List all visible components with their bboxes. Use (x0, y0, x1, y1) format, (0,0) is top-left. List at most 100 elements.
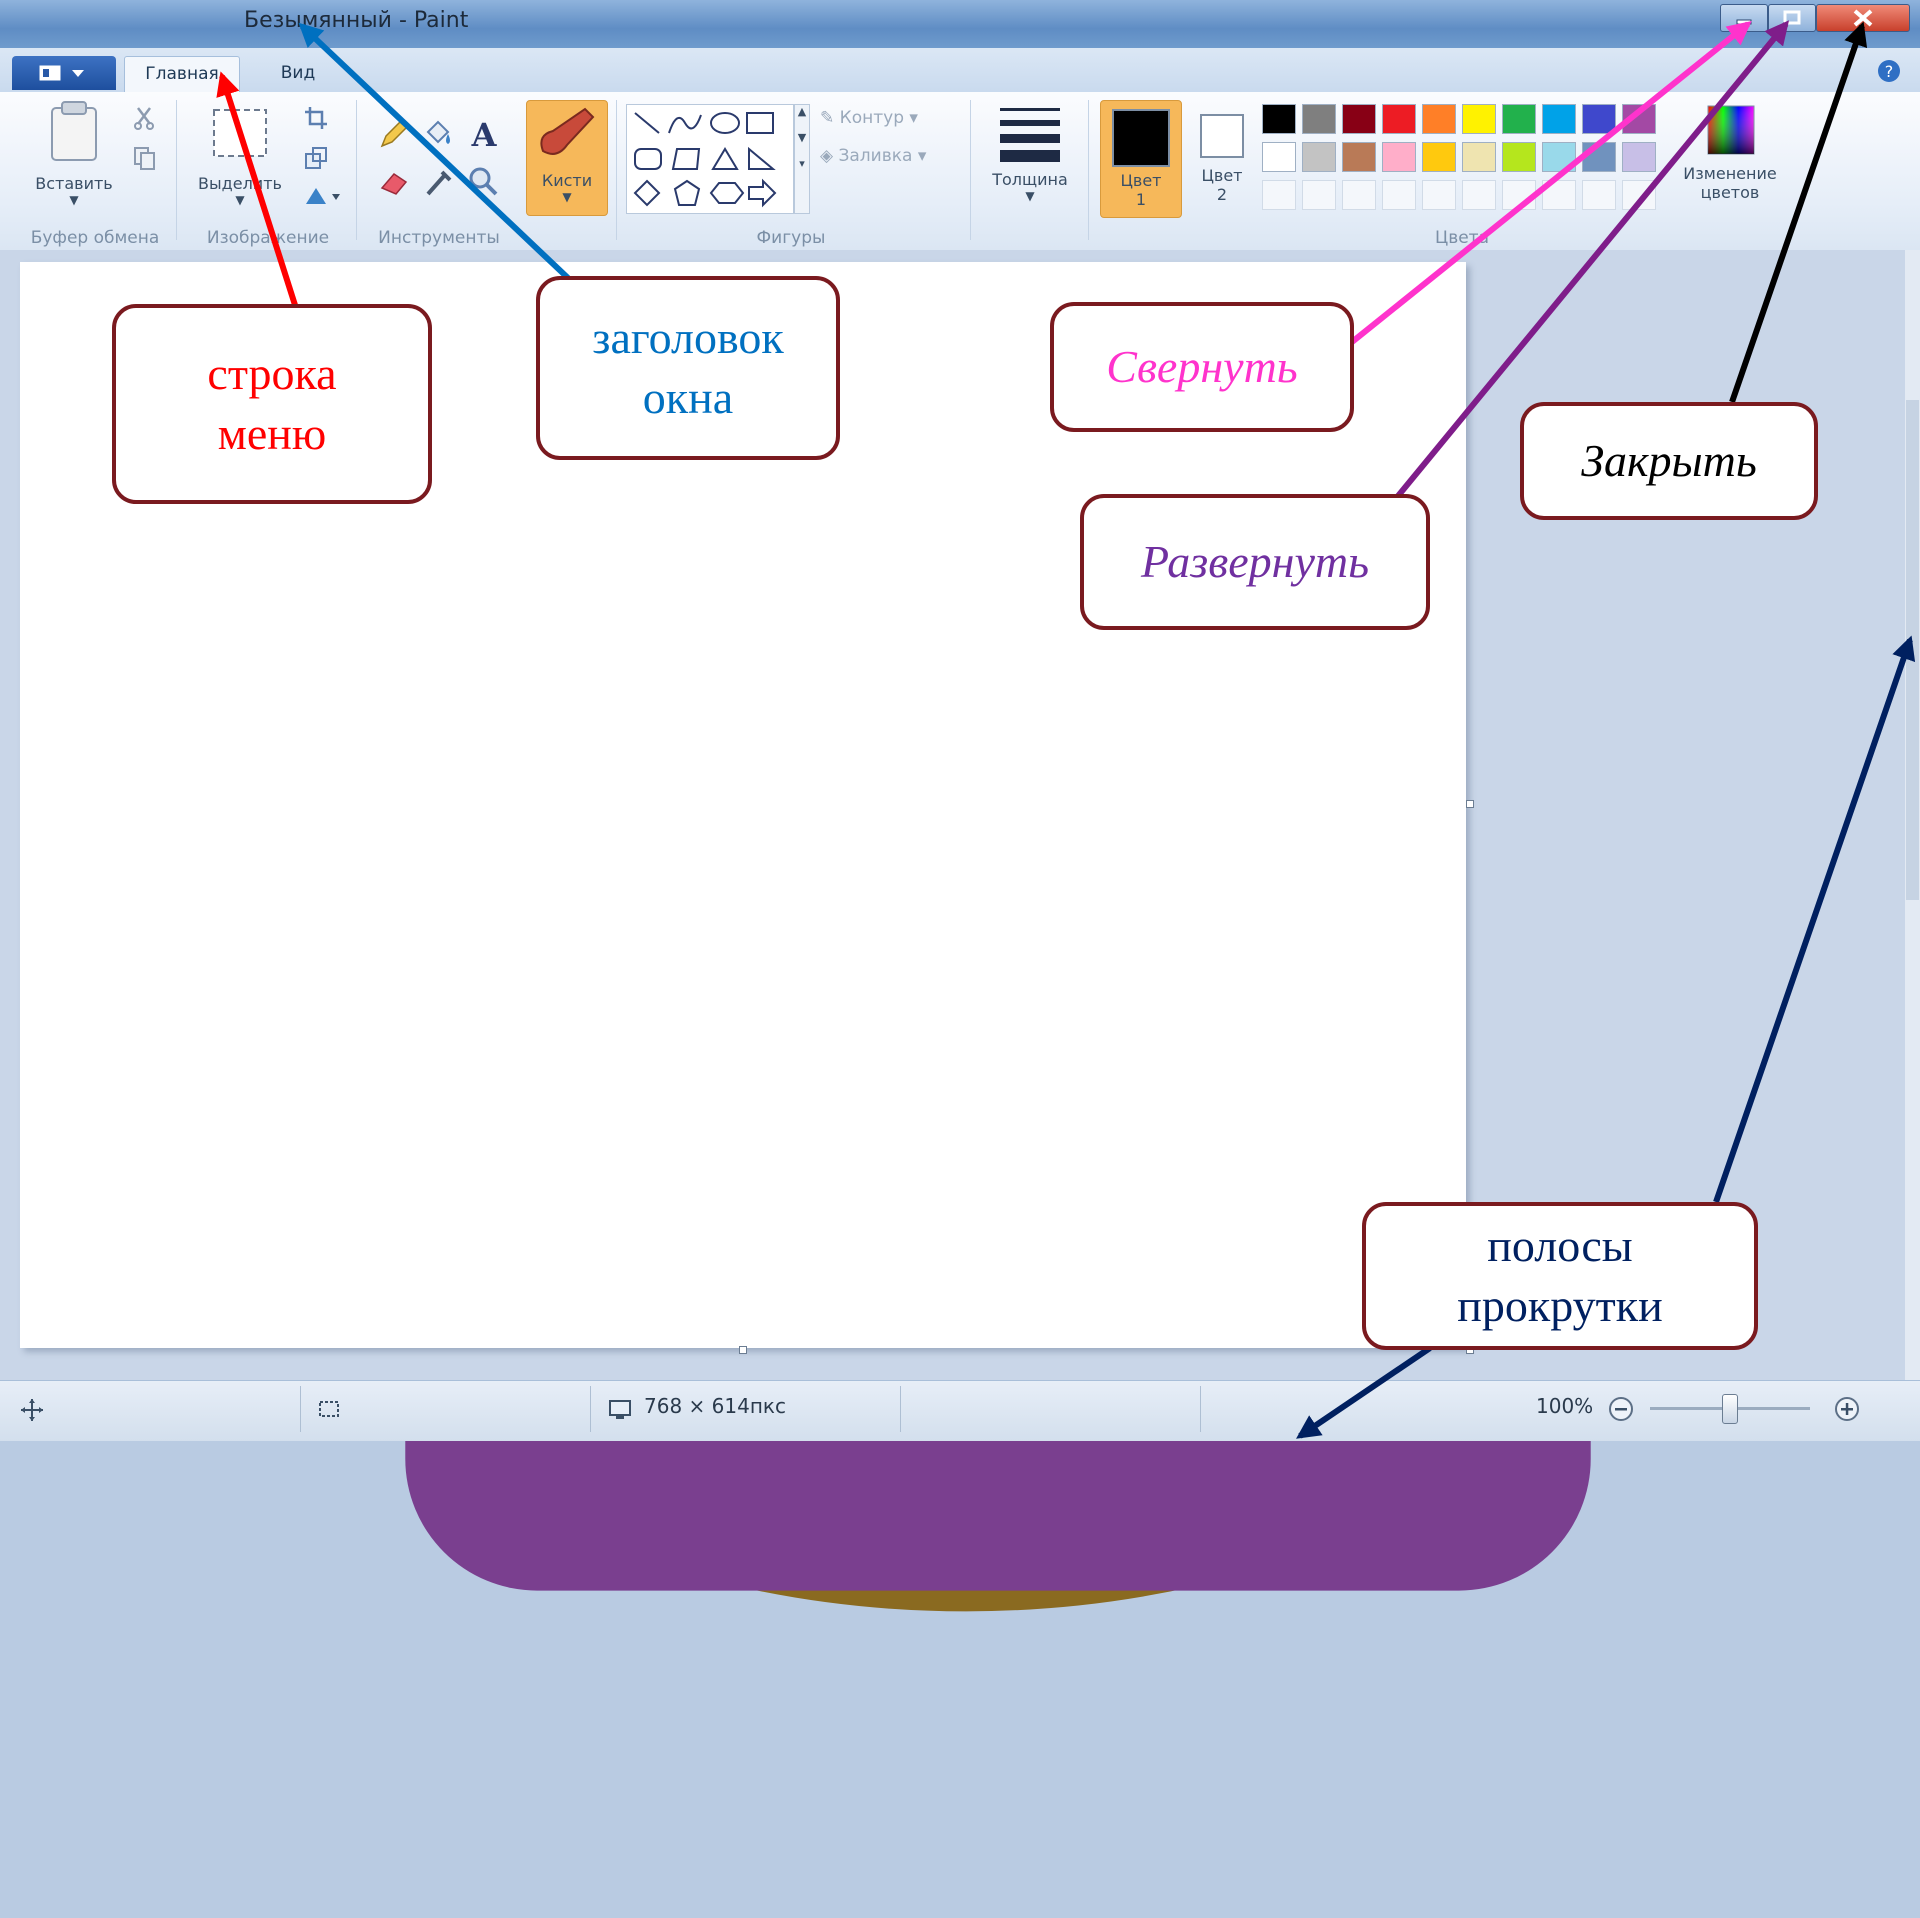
zoom-slider-thumb[interactable] (1722, 1394, 1738, 1424)
color1-swatch (1112, 109, 1170, 167)
custom-color-slot[interactable] (1342, 180, 1376, 210)
palette-swatch[interactable] (1262, 142, 1296, 172)
status-separator (1200, 1386, 1201, 1432)
custom-color-slot[interactable] (1422, 180, 1456, 210)
chevron-down-icon: ▾ (912, 146, 927, 166)
canvas-size-icon (609, 1400, 631, 1419)
cut-icon[interactable] (130, 104, 158, 132)
group-label-image: Изображение (206, 228, 330, 248)
palette-swatch[interactable] (1302, 142, 1336, 172)
chevron-down-icon: ▼ (562, 190, 572, 204)
custom-color-slot[interactable] (1302, 180, 1336, 210)
eraser-icon[interactable] (376, 164, 412, 200)
shapes-gallery[interactable] (626, 104, 794, 214)
custom-color-slot[interactable] (1382, 180, 1416, 210)
ribbon-separator (1088, 100, 1089, 240)
line-thickness-icon (1000, 108, 1060, 162)
zoom-in-icon[interactable] (1832, 1394, 1862, 1424)
palette-swatch[interactable] (1462, 142, 1496, 172)
app-menu-button[interactable] (12, 56, 116, 90)
color1-label: Цвет 1 (1120, 171, 1162, 210)
ribbon-separator (970, 100, 971, 240)
palette-swatch[interactable] (1622, 104, 1656, 134)
palette-swatch[interactable] (1622, 142, 1656, 172)
svg-text:A: A (471, 116, 498, 152)
custom-color-slot[interactable] (1262, 180, 1296, 210)
tab-view[interactable]: Вид (258, 56, 338, 92)
callout-menu-bar: строка меню (112, 304, 432, 504)
ribbon-separator (356, 100, 357, 240)
edit-colors-label: Изменение цветов (1683, 164, 1777, 203)
color1-button[interactable]: Цвет 1 (1100, 100, 1182, 218)
text-tool-icon[interactable]: A (466, 116, 502, 152)
resize-handle-bottom[interactable] (739, 1346, 747, 1354)
palette-swatch[interactable] (1262, 104, 1296, 134)
palette-swatch[interactable] (1542, 104, 1576, 134)
fill-label: Заливка (838, 146, 913, 166)
zoom-level: 100% (1536, 1394, 1594, 1418)
custom-color-slot[interactable] (1502, 180, 1536, 210)
maximize-button[interactable] (1768, 4, 1816, 32)
paste-button[interactable]: Вставить ▼ (28, 100, 120, 210)
outline-button[interactable]: ✎ Контур ▾ (820, 108, 918, 128)
callout-scrollbars: полосы прокрутки (1362, 1202, 1758, 1350)
scrollbar-thumb[interactable] (1906, 400, 1919, 900)
color-palette (1262, 104, 1662, 216)
status-separator (900, 1386, 901, 1432)
clipboard-icon (51, 101, 97, 161)
palette-swatch[interactable] (1422, 104, 1456, 134)
rotate-icon[interactable] (302, 182, 342, 210)
callout-maximize: Развернуть (1080, 494, 1430, 630)
custom-color-slot[interactable] (1622, 180, 1656, 210)
paste-label: Вставить (35, 174, 113, 193)
pencil-icon[interactable] (376, 116, 412, 152)
fill-button[interactable]: ◈ Заливка ▾ (820, 146, 926, 166)
callout-window-title: заголовок окна (536, 276, 840, 460)
custom-color-slot[interactable] (1542, 180, 1576, 210)
select-button[interactable]: Выделить ▼ (188, 100, 292, 210)
thickness-label: Толщина (992, 170, 1068, 189)
palette-swatch[interactable] (1462, 104, 1496, 134)
thickness-button[interactable]: Толщина ▼ (980, 100, 1080, 212)
palette-swatch[interactable] (1582, 104, 1616, 134)
app-menu-icon (39, 65, 84, 81)
callout-close: Закрыть (1520, 402, 1818, 520)
palette-swatch[interactable] (1382, 104, 1416, 134)
color-picker-icon[interactable] (420, 164, 456, 200)
outline-icon: ✎ (820, 108, 840, 128)
ribbon-separator (176, 100, 177, 240)
palette-swatch[interactable] (1502, 104, 1536, 134)
custom-color-slot[interactable] (1582, 180, 1616, 210)
crop-icon[interactable] (302, 104, 330, 132)
fill-bucket-icon[interactable] (420, 116, 456, 152)
tab-home[interactable]: Главная (124, 56, 240, 92)
minimize-button[interactable] (1720, 4, 1768, 32)
group-label-clipboard: Буфер обмена (30, 228, 160, 248)
zoom-out-icon[interactable] (1606, 1394, 1636, 1424)
group-label-shapes: Фигуры (756, 228, 826, 248)
brushes-button[interactable]: Кисти ▼ (526, 100, 608, 216)
select-rectangle-icon (213, 109, 267, 157)
palette-swatch[interactable] (1342, 142, 1376, 172)
ribbon-separator (616, 100, 617, 240)
close-button[interactable] (1816, 4, 1910, 32)
palette-swatch[interactable] (1342, 104, 1376, 134)
palette-swatch[interactable] (1422, 142, 1456, 172)
status-separator (300, 1386, 301, 1432)
edit-colors-button[interactable]: Изменение цветов (1668, 100, 1792, 216)
resize-handle-right[interactable] (1466, 800, 1474, 808)
palette-swatch[interactable] (1382, 142, 1416, 172)
brush-icon (540, 107, 595, 155)
help-icon[interactable]: ? (1876, 58, 1902, 84)
palette-swatch[interactable] (1502, 142, 1536, 172)
callout-minimize: Свернуть (1050, 302, 1354, 432)
palette-swatch[interactable] (1302, 104, 1336, 134)
custom-color-slot[interactable] (1462, 180, 1496, 210)
palette-swatch[interactable] (1542, 142, 1576, 172)
color2-button[interactable]: Цвет 2 (1190, 100, 1254, 216)
shapes-scroll[interactable]: ▲ ▼ ▾ (794, 104, 810, 214)
copy-icon[interactable] (130, 144, 158, 172)
palette-swatch[interactable] (1582, 142, 1616, 172)
resize-icon[interactable] (302, 144, 330, 172)
magnifier-icon[interactable] (466, 164, 502, 200)
